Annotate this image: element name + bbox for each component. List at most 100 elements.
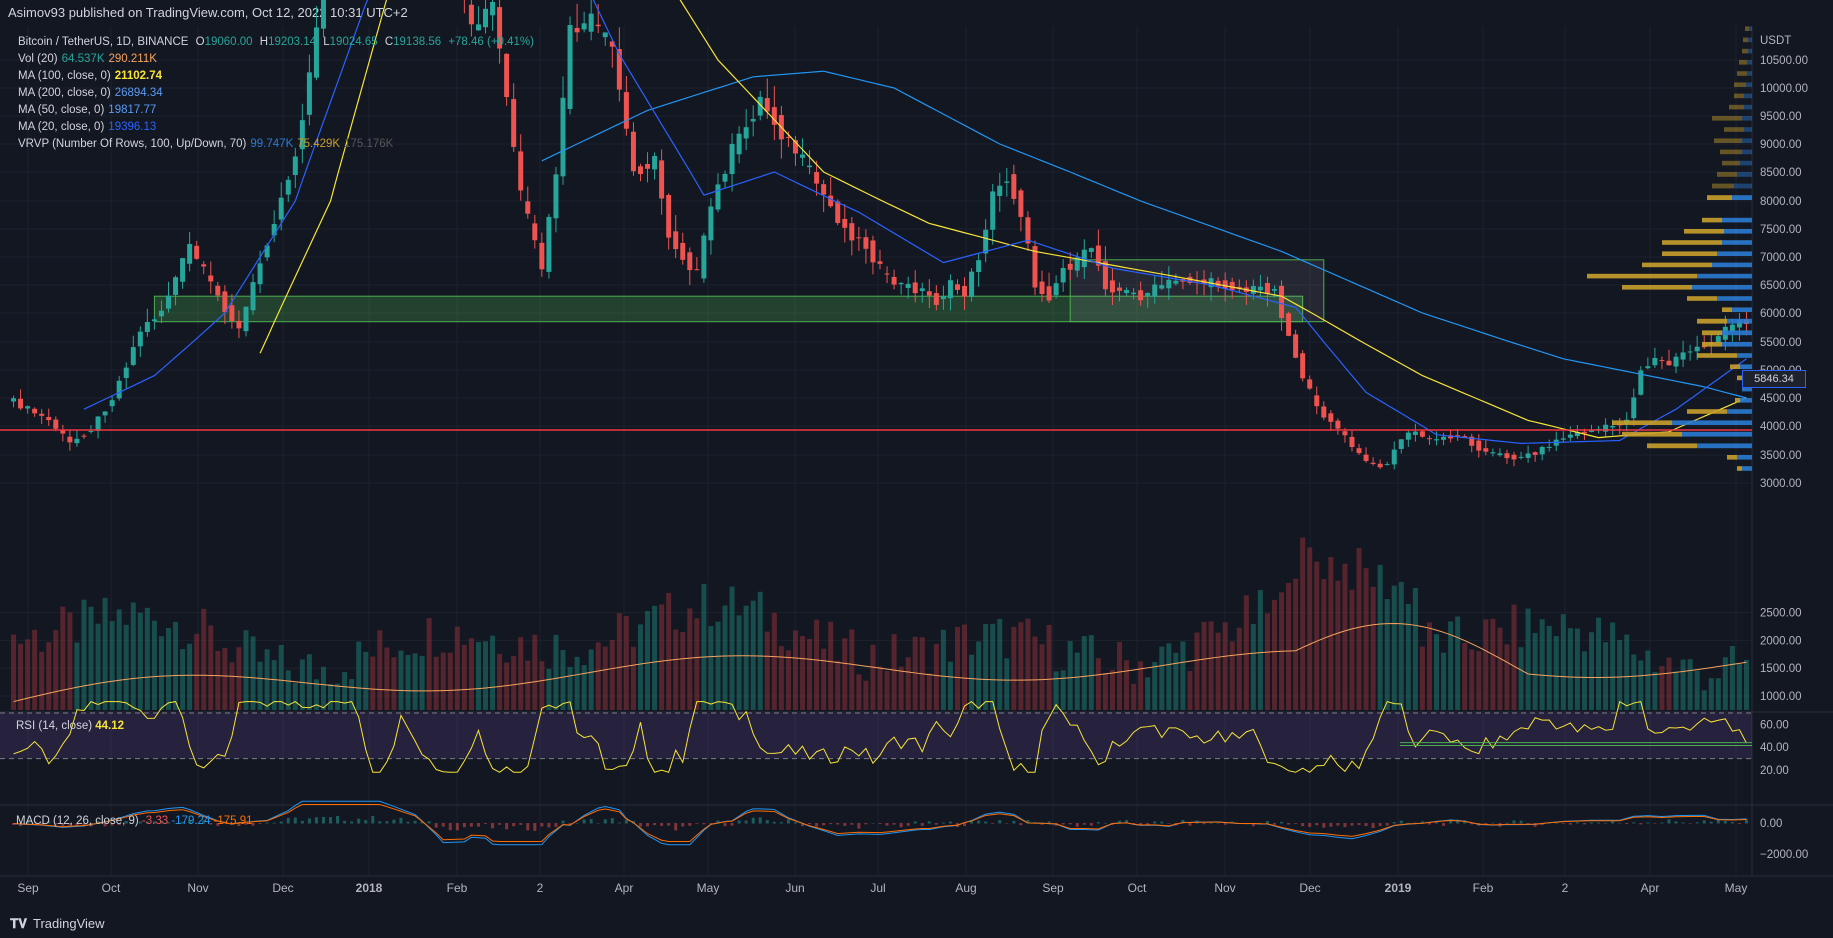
vrvp-up-bar-29: [1744, 127, 1752, 132]
candle-body-141: [1004, 181, 1010, 183]
macd-hist-210: [1491, 822, 1495, 824]
vrvp-up-bar-35: [1747, 60, 1752, 65]
tradingview-brand[interactable]: 𝐓𝐕 TradingView: [10, 910, 105, 938]
legend-ma20-row[interactable]: MA (20, close, 0) 19396.13: [18, 119, 538, 136]
candle-body-32: [236, 320, 242, 329]
volume-bar-116: [828, 621, 834, 710]
volume-bar-54: [391, 657, 397, 710]
volume-bar-167: [1187, 670, 1193, 710]
volume-bar-118: [842, 638, 848, 710]
macd-hist-182: [1294, 823, 1298, 824]
macd-legend[interactable]: MACD (12, 26, close, 9) -3.33 -179.24 -1…: [16, 815, 253, 827]
vrvp-down-bar-32: [1734, 93, 1744, 99]
macd-hist-149: [1061, 823, 1065, 825]
volume-bar-75: [539, 661, 545, 710]
candle-body-73: [525, 201, 531, 214]
macd-hist-90: [646, 823, 650, 827]
volume-bar-55: [398, 650, 404, 710]
volume-bar-170: [1208, 621, 1214, 710]
candle-body-239: [1694, 346, 1700, 352]
volume-bar-2: [25, 639, 31, 710]
macd-hist-84: [603, 819, 607, 824]
vrvp-up-bar-36: [1748, 48, 1752, 54]
volume-bar-143: [1018, 622, 1024, 710]
macd-hist-74: [533, 823, 537, 831]
candle-body-25: [187, 243, 193, 264]
time-tick-15: Dec: [1299, 881, 1320, 895]
macd-hist-232: [1646, 822, 1650, 824]
vrvp-down-bar-18: [1612, 420, 1672, 425]
volume-bar-155: [1102, 673, 1108, 710]
macd-hist-78: [561, 820, 565, 824]
macd-hist-49: [357, 818, 361, 824]
candle-body-16: [123, 367, 129, 378]
volume-bar-66: [475, 642, 481, 710]
candle-body-209: [1483, 448, 1489, 452]
macd-hist-117: [836, 823, 840, 825]
macd-hist-215: [1526, 823, 1530, 824]
symbol-title[interactable]: Bitcoin / TetherUS, 1D, BINANCE: [18, 36, 188, 48]
candle-body-159: [1131, 292, 1137, 295]
volume-bar-84: [602, 646, 608, 710]
candle-body-238: [1687, 351, 1693, 353]
volume-bar-109: [778, 646, 784, 710]
volume-bar-141: [1004, 658, 1010, 710]
candle-body-67: [483, 8, 489, 28]
volume-bar-46: [335, 683, 341, 710]
volume-bar-49: [356, 641, 362, 710]
candle-body-84: [602, 32, 608, 38]
volume-bar-98: [701, 583, 707, 710]
legend-ma50-row[interactable]: MA (50, close, 0) 19817.77: [18, 102, 538, 119]
volume-bar-183: [1300, 537, 1306, 710]
macd-hist-57: [413, 820, 417, 824]
price-tick-0: 3000.00: [1760, 478, 1802, 490]
legend-ma200-row[interactable]: MA (200, close, 0) 26894.34: [18, 85, 538, 102]
candle-body-95: [680, 242, 686, 260]
macd-hist-36: [265, 822, 269, 824]
legend-vrvp-row[interactable]: VRVP (Number Of Rows, 100, Up/Down, 70) 9…: [18, 136, 538, 153]
candle-body-200: [1419, 431, 1425, 437]
macd-hist-69: [498, 823, 502, 825]
macd-hist-196: [1392, 822, 1396, 824]
macd-hist-188: [1336, 823, 1340, 826]
macd-hist-43: [314, 817, 318, 824]
macd-hist-115: [822, 823, 826, 826]
macd-hist-52: [378, 821, 382, 824]
volume-bar-50: [363, 651, 369, 710]
macd-hist-46: [336, 816, 340, 824]
volume-bar-52: [377, 630, 383, 710]
macd-hist-152: [1082, 823, 1086, 825]
macd-hist-125: [892, 823, 896, 825]
legend-ma100-row[interactable]: MA (100, close, 0) 21102.74: [18, 68, 538, 85]
macd-hist-102: [730, 823, 734, 826]
vrvp-up-bar-28: [1742, 138, 1752, 143]
volume-bar-177: [1257, 590, 1263, 710]
candle-body-221: [1567, 434, 1573, 438]
vrvp-down-bar-6: [1622, 285, 1692, 290]
volume-bar-71: [511, 655, 517, 710]
macd-hist-132: [941, 822, 945, 824]
candle-body-77: [553, 174, 559, 219]
volume-bar-224: [1588, 632, 1594, 710]
volume-bar-207: [1469, 649, 1475, 710]
macd-hist-38: [279, 821, 283, 824]
macd-hist-70: [505, 823, 509, 830]
volume-bar-214: [1518, 647, 1524, 710]
candle-body-117: [835, 201, 841, 223]
macd-hist-67: [484, 823, 488, 824]
macd-hist-201: [1427, 823, 1431, 825]
vrvp-down-bar-12: [1697, 353, 1737, 358]
candle-body-82: [588, 13, 594, 32]
candle-body-72: [518, 151, 524, 191]
candle-body-216: [1532, 452, 1538, 455]
volume-bar-125: [891, 634, 897, 710]
vrvp-up-bar-1: [1724, 229, 1752, 234]
volume-bar-82: [588, 649, 594, 710]
rsi-legend[interactable]: RSI (14, close) 44.12: [16, 720, 124, 732]
macd-hist-61: [441, 823, 445, 827]
legend-vol-row[interactable]: Vol (20) 64.537K 290.211K: [18, 51, 538, 68]
vrvp-up-bar-2: [1722, 240, 1752, 245]
candle-body-81: [581, 23, 587, 30]
volume-bar-154: [1095, 658, 1101, 710]
candle-body-242: [1715, 336, 1721, 343]
